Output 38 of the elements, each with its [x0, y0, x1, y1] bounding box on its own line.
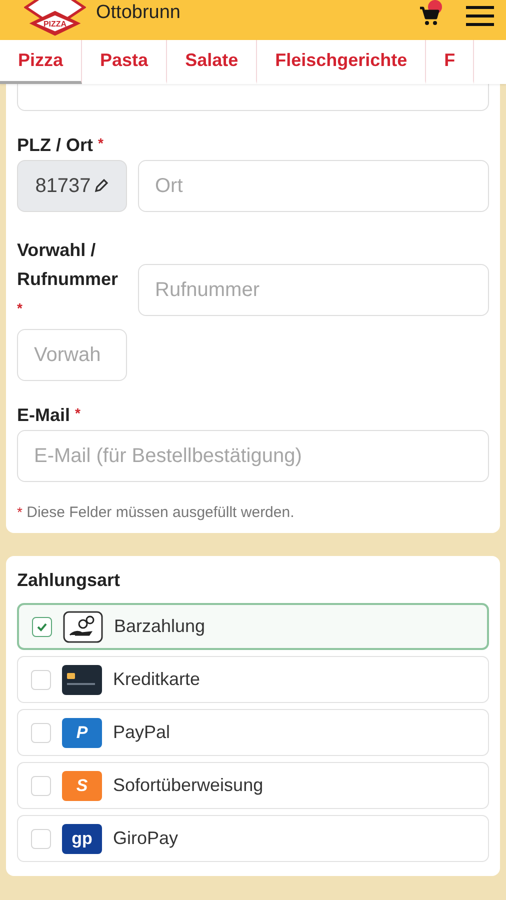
- cart-icon: [418, 4, 442, 28]
- check-icon: [36, 620, 48, 632]
- checkbox[interactable]: [31, 828, 51, 848]
- paypal-logo: P: [62, 718, 102, 748]
- input-field[interactable]: Rufnummer: [138, 264, 489, 316]
- payment-option[interactable]: P PayPal: [17, 709, 489, 756]
- category-tab[interactable]: Salate: [167, 40, 258, 84]
- payment-option[interactable]: Kreditkarte: [17, 656, 489, 703]
- cash-hand-icon: [63, 610, 103, 642]
- input-field[interactable]: Vorwah: [17, 329, 127, 381]
- required-note: * Diese Felder müssen ausgefüllt werden.: [17, 504, 296, 521]
- category-tab[interactable]: Pizza: [0, 40, 82, 84]
- field-label: E-Mail *: [17, 405, 82, 426]
- checkbox[interactable]: [31, 776, 51, 796]
- checkbox[interactable]: [32, 616, 52, 636]
- field-label: PLZ / Ort *: [17, 135, 104, 156]
- section-title: Zahlungsart: [17, 570, 122, 591]
- category-tab[interactable]: Fleischgerichte: [257, 40, 426, 84]
- payment-option[interactable]: S Sofortüberweisung: [17, 762, 489, 809]
- credit-card-icon: [62, 664, 102, 694]
- category-tab[interactable]: Pasta: [82, 40, 168, 84]
- sofort-logo: S: [62, 770, 102, 800]
- postcode-field[interactable]: 81737: [17, 160, 127, 212]
- input-field[interactable]: [17, 84, 489, 111]
- input-field[interactable]: Ort: [138, 160, 489, 212]
- menu-button[interactable]: [466, 4, 494, 28]
- input-field[interactable]: E-Mail (für Bestellbestätigung): [17, 430, 489, 482]
- payment-option[interactable]: Barzahlung: [17, 603, 489, 650]
- field-label: Vorwahl / Rufnummer *: [17, 239, 120, 318]
- checkbox[interactable]: [31, 670, 51, 690]
- giropay-logo: gp: [62, 824, 102, 854]
- checkbox[interactable]: [31, 722, 51, 742]
- cart-button[interactable]: [418, 4, 442, 28]
- category-tab[interactable]: F: [426, 40, 474, 84]
- city-name: Ottobrunn: [96, 2, 180, 24]
- payment-option[interactable]: gp GiroPay: [17, 815, 489, 862]
- menu-icon: [466, 4, 494, 28]
- pencil-icon: [92, 178, 109, 194]
